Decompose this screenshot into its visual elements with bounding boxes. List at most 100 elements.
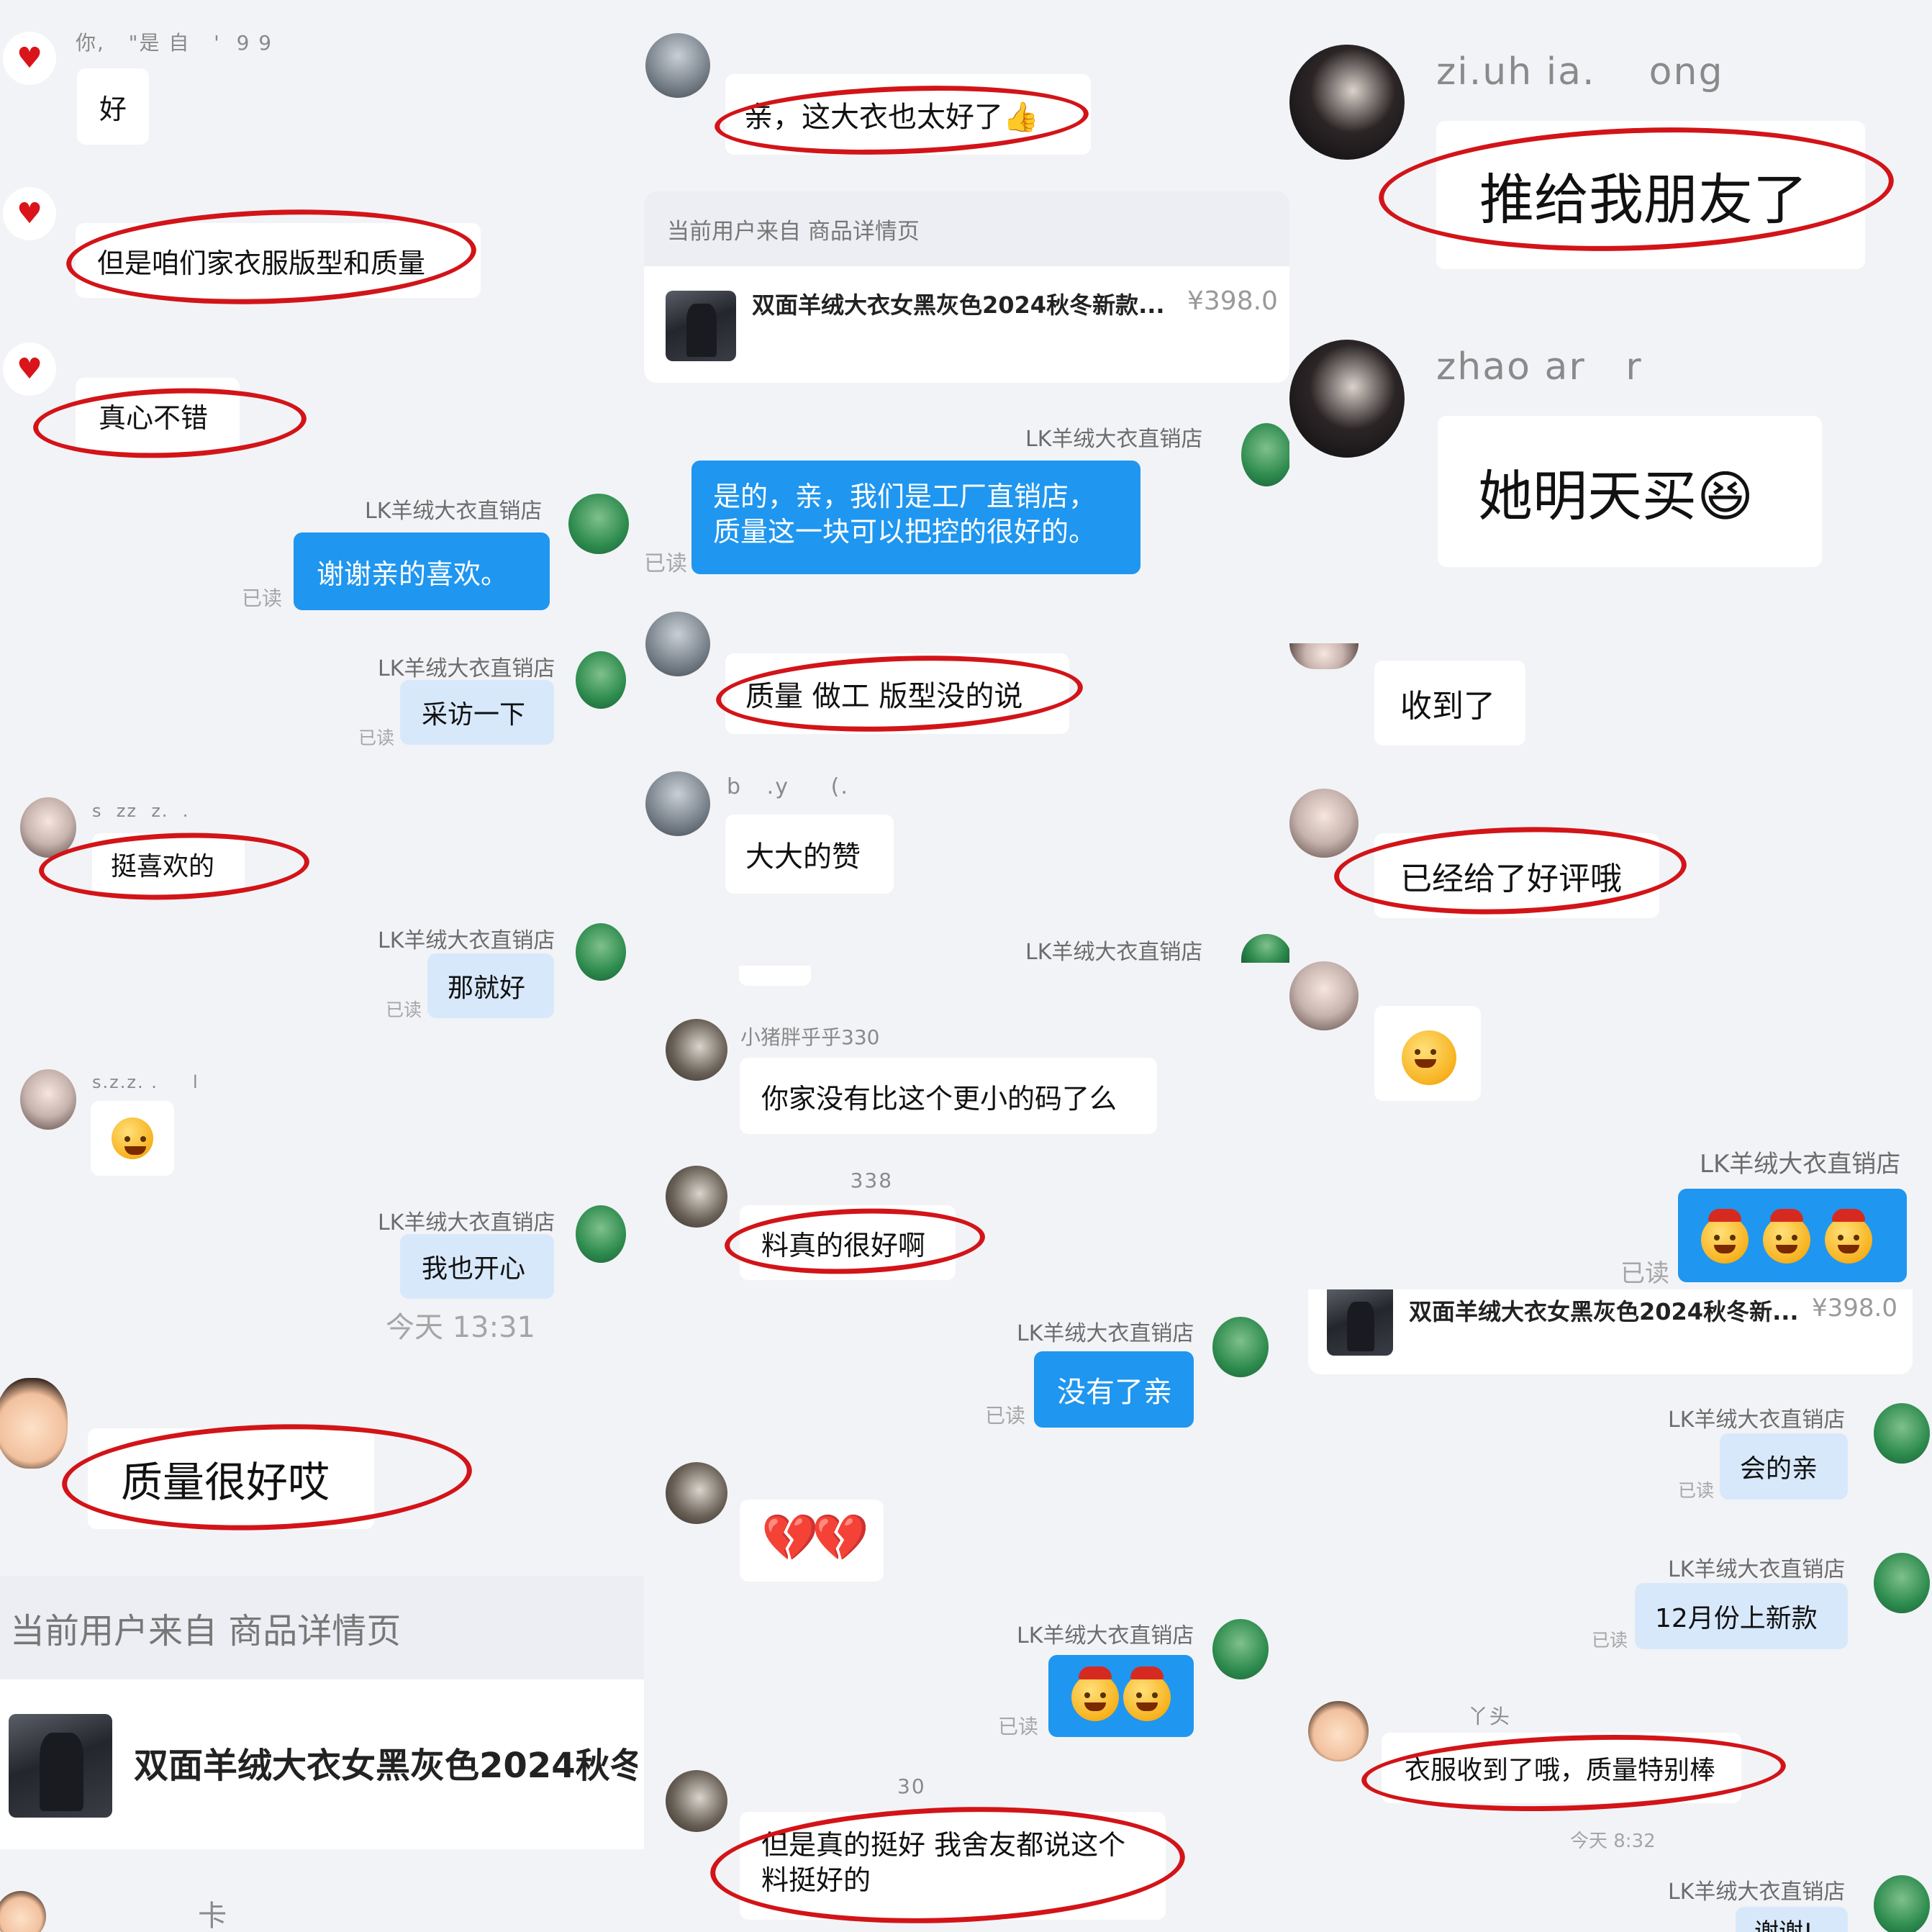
read-status: 已读 <box>358 727 395 748</box>
user-avatar[interactable] <box>1289 340 1405 458</box>
product-price: ¥398.0 <box>1187 286 1278 316</box>
chat-panel-right: zi.uh ia. ong 推给我朋友了 zhao ar r 她明天买😆 收到了… <box>1289 0 1932 1932</box>
broken-heart-icon: 💔 <box>761 1512 819 1565</box>
message-text: 收到了 <box>1400 688 1495 725</box>
read-status: 已读 <box>998 1715 1039 1738</box>
shop-name: LK羊绒大衣直销店 <box>378 928 555 953</box>
product-thumbnail <box>1327 1289 1393 1356</box>
sender-name <box>76 184 201 208</box>
sender-name: 338 <box>740 1169 894 1192</box>
message-bubble: 但是咱们家衣服版型和质量 <box>76 223 481 298</box>
user-avatar[interactable] <box>1289 45 1405 160</box>
shop-avatar[interactable] <box>568 494 629 554</box>
shop-avatar[interactable] <box>1212 1317 1269 1377</box>
hug-emoji-icon <box>1825 1216 1872 1264</box>
hug-emoji-icon <box>1071 1674 1119 1721</box>
chat-panel-middle: 亲，这大衣也太好了👍 当前用户来自 商品详情页 双面羊绒大衣女黑灰色2024秋冬… <box>644 0 1289 1932</box>
shop-avatar[interactable] <box>1241 423 1289 486</box>
message-text: 亲，这大衣也太好了👍 <box>744 101 1039 134</box>
user-avatar[interactable] <box>645 612 710 676</box>
message-bubble-sent: 我也开心 <box>400 1234 554 1299</box>
message-text: 衣服收到了哦，质量特别棒 <box>1405 1756 1716 1785</box>
message-bubble-cut <box>739 966 811 986</box>
shop-avatar[interactable] <box>576 1205 626 1263</box>
shop-avatar[interactable] <box>1241 934 1289 963</box>
user-avatar[interactable] <box>1289 789 1359 858</box>
shop-avatar[interactable] <box>1874 1875 1930 1932</box>
sender-name: zhao ar r <box>1436 345 1643 389</box>
user-avatar[interactable] <box>1289 643 1359 669</box>
user-avatar[interactable] <box>0 1378 68 1469</box>
read-status: 已读 <box>644 551 687 576</box>
sender-name: 卡 <box>92 1900 229 1932</box>
sender-name: zi.uh ia. ong <box>1436 50 1724 94</box>
santa-hat-icon <box>1079 1666 1112 1679</box>
read-status: 已读 <box>1620 1259 1669 1288</box>
message-text: 挺喜欢的 <box>111 852 215 881</box>
message-bubble-sent <box>1048 1655 1194 1737</box>
message-text: 那就好 <box>448 974 526 1003</box>
shop-avatar[interactable] <box>1874 1403 1930 1464</box>
timestamp: 今天 13:31 <box>386 1311 535 1344</box>
message-bubble: 挺喜欢的 <box>92 833 245 895</box>
shop-name: LK羊绒大衣直销店 <box>1700 1150 1901 1179</box>
read-status: 已读 <box>1678 1480 1715 1501</box>
message-bubble <box>1374 1006 1481 1101</box>
shop-name: LK羊绒大衣直销店 <box>365 499 543 524</box>
product-card[interactable]: 当前用户来自 商品详情页 双面羊绒大衣女黑灰色2024秋冬新款... ¥398.… <box>644 191 1289 383</box>
shop-avatar[interactable] <box>576 651 626 709</box>
sender-name: s zz z. . <box>92 801 190 821</box>
santa-hat-icon <box>1832 1209 1865 1222</box>
message-bubble-sent: 那就好 <box>427 953 554 1018</box>
user-avatar[interactable] <box>0 1891 46 1932</box>
message-bubble: 你家没有比这个更小的码了么 <box>740 1058 1157 1134</box>
card-source-text: 当前用户来自 商品详情页 <box>10 1611 402 1651</box>
message-bubble-sent <box>1678 1189 1907 1282</box>
sender-name <box>76 338 154 362</box>
message-bubble: 质量 做工 版型没的说 <box>725 653 1069 734</box>
user-avatar[interactable] <box>645 33 710 98</box>
message-bubble-sent: 是的，亲，我们是工厂直销店，质量这一块可以把控的很好的。 <box>691 461 1140 574</box>
message-bubble: 她明天买😆 <box>1438 416 1822 567</box>
user-avatar[interactable] <box>666 1019 727 1081</box>
shop-name: LK羊绒大衣直销店 <box>378 1210 555 1235</box>
broken-heart-icon: 💔 <box>812 1512 869 1565</box>
user-avatar[interactable] <box>20 1069 76 1130</box>
shop-name: LK羊绒大衣直销店 <box>1025 940 1203 965</box>
laughing-emoji-icon <box>1402 1030 1456 1085</box>
message-bubble-sent: 谢谢亲的喜欢。 <box>294 532 550 610</box>
read-status: 已读 <box>242 586 283 610</box>
sender-name <box>727 616 735 640</box>
message-text: 谢谢亲的喜欢。 <box>317 558 509 590</box>
user-avatar[interactable] <box>666 1770 727 1832</box>
chat-panel-left: ♥ 你, "是 自 ' 9 9 好 ♥ 但是咱们家衣服版型和质量 ♥ 真心不错 … <box>0 0 644 1932</box>
message-bubble-sent: 会的亲 <box>1720 1433 1848 1500</box>
sender-name: 丫头 <box>1382 1705 1511 1728</box>
message-text: 但是咱们家衣服版型和质量 <box>97 247 426 279</box>
message-bubble: 推给我朋友了 <box>1436 121 1865 269</box>
message-bubble-sent: 采访一下 <box>400 680 554 745</box>
message-bubble-sent: 谢谢! <box>1736 1907 1848 1932</box>
user-avatar[interactable] <box>20 797 76 858</box>
shop-avatar[interactable] <box>1212 1619 1269 1679</box>
product-price: ¥398.0 <box>1812 1294 1897 1323</box>
message-bubble-sent: 没有了亲 <box>1034 1351 1194 1428</box>
shop-avatar[interactable] <box>576 923 626 981</box>
user-avatar[interactable] <box>666 1166 727 1228</box>
message-bubble-sent: 12月份上新款 <box>1635 1583 1848 1649</box>
heart-icon: ♥ <box>3 187 56 240</box>
sender-name: 30 <box>740 1774 926 1798</box>
shop-avatar[interactable] <box>1874 1553 1930 1613</box>
user-avatar[interactable] <box>1308 1701 1369 1761</box>
sender-name: b .y (. <box>727 774 849 799</box>
user-avatar[interactable] <box>666 1462 727 1524</box>
product-card[interactable]: 当前用户来自 商品详情页 双面羊绒大衣女黑灰色2024秋冬新款 <box>0 1576 644 1849</box>
message-text: 质量很好哎 <box>121 1458 330 1507</box>
heart-icon: ♥ <box>3 32 56 85</box>
user-avatar[interactable] <box>1289 961 1359 1030</box>
user-avatar[interactable] <box>645 771 710 836</box>
product-card[interactable]: 双面羊绒大衣女黑灰色2024秋冬新... ¥398.0 <box>1308 1289 1913 1374</box>
timestamp: 今天 8:32 <box>1570 1831 1656 1852</box>
message-bubble: 好 <box>77 68 149 145</box>
message-text: 真心不错 <box>99 402 209 434</box>
